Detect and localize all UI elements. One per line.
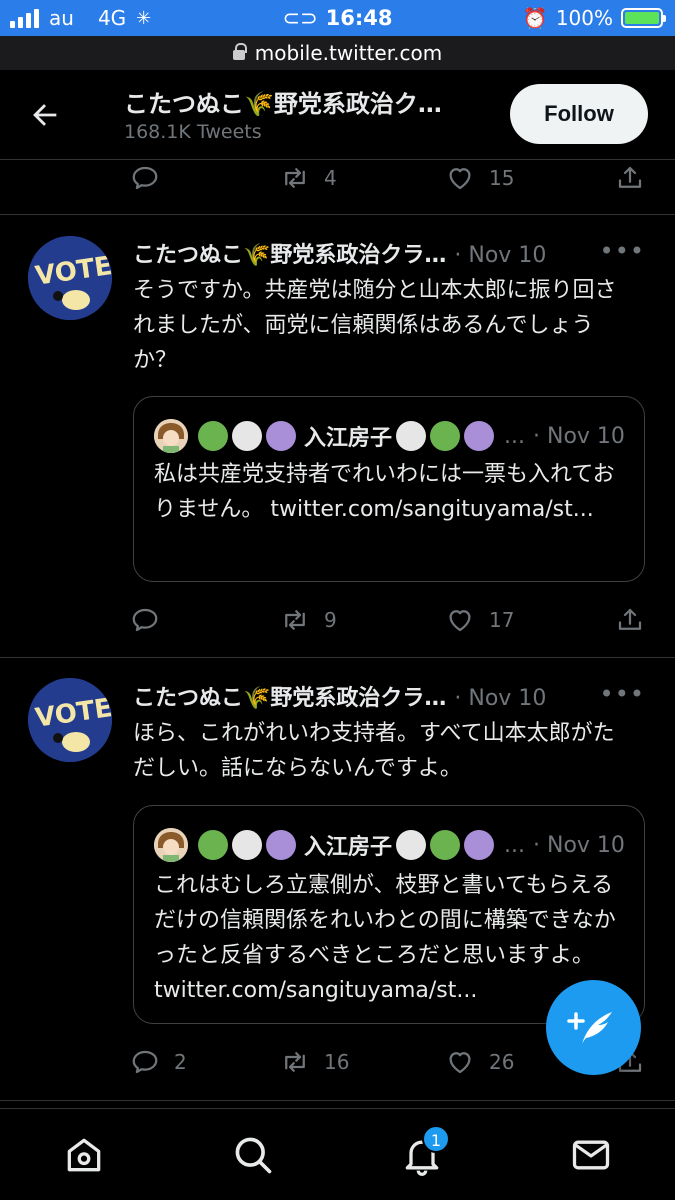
link-icon: ⊂⊃	[282, 6, 318, 30]
tweet-date[interactable]: · Nov 10	[454, 686, 546, 711]
white-circle-icon	[396, 830, 427, 860]
profile-header: こたつぬこ🌾野党系政治ク… 168.1K Tweets Follow	[0, 70, 675, 160]
tweet-date[interactable]: · Nov 10	[454, 243, 546, 268]
reply-button[interactable]	[130, 605, 280, 635]
purple-circle-icon	[266, 421, 296, 451]
tweet-author[interactable]: こたつぬこ🌾野党系政治クラ…	[133, 243, 446, 268]
retweet-icon	[285, 610, 305, 630]
profile-name: こたつぬこ🌾野党系政治ク…	[124, 90, 442, 118]
green-circle-icon	[430, 421, 461, 451]
quoted-author: 入江房子	[304, 835, 393, 860]
quoted-text: 私は共産党支持者でれいわには一票も入れておりません。 twitter.com/s…	[154, 462, 615, 522]
status-bar: au 4G ✳ ⊂⊃ 16:48 ⏰ 100%	[0, 0, 675, 36]
tweet-text: ほら、これがれいわ支持者。すべて山本太郎がただしい。話にならないんですよ。	[133, 721, 615, 781]
follow-button[interactable]: Follow	[510, 84, 648, 144]
quoted-date: · Nov 10	[533, 832, 625, 858]
url-bar[interactable]: mobile.twitter.com	[0, 36, 675, 70]
like-button[interactable]: 17	[445, 605, 615, 635]
purple-circle-icon	[266, 830, 296, 860]
retweet-icon	[285, 1052, 305, 1072]
quoted-ellipsis: ...	[504, 423, 525, 449]
avatar[interactable]: VOTE	[28, 236, 112, 320]
lock-icon	[232, 43, 247, 60]
tweet-author[interactable]: こたつぬこ🌾野党系政治クラ…	[133, 686, 446, 711]
retweet-count: 4	[324, 166, 337, 190]
retweet-count: 9	[324, 608, 337, 632]
like-button[interactable]: 15	[445, 163, 615, 193]
divider	[0, 214, 675, 215]
url-text: mobile.twitter.com	[254, 41, 443, 65]
compose-feather-icon	[567, 1012, 612, 1044]
reply-button[interactable]	[130, 163, 280, 193]
reply-icon	[132, 608, 158, 632]
alarm-icon: ⏰	[522, 6, 548, 30]
reply-icon	[132, 1050, 158, 1074]
purple-circle-icon	[464, 830, 495, 860]
battery-icon	[621, 8, 666, 28]
bottom-navigation: 1	[0, 1108, 675, 1200]
reply-count: 2	[174, 1050, 187, 1074]
back-arrow-icon[interactable]	[28, 98, 62, 132]
share-button[interactable]	[615, 163, 645, 193]
quoted-avatar	[154, 828, 188, 862]
retweet-icon	[285, 168, 305, 188]
like-count: 15	[489, 166, 515, 190]
tweet-actions: 4 15	[130, 158, 650, 198]
reply-button[interactable]: 2	[130, 1047, 280, 1077]
green-circle-icon	[198, 421, 228, 451]
heart-icon	[449, 168, 471, 190]
white-circle-icon	[232, 830, 262, 860]
reply-icon	[132, 166, 158, 190]
retweet-count: 16	[324, 1050, 350, 1074]
purple-circle-icon	[464, 421, 495, 451]
quoted-author: 入江房子	[304, 426, 393, 451]
share-button[interactable]	[615, 605, 645, 635]
more-icon[interactable]: •••	[600, 237, 645, 265]
like-count: 26	[489, 1050, 515, 1074]
like-count: 17	[489, 608, 515, 632]
quoted-avatar	[154, 419, 188, 453]
more-icon[interactable]: •••	[600, 680, 645, 708]
mail-icon[interactable]	[569, 1133, 613, 1177]
search-icon[interactable]	[231, 1133, 275, 1177]
retweet-button[interactable]: 9	[280, 605, 445, 635]
heart-icon	[449, 1052, 471, 1074]
retweet-button[interactable]: 4	[280, 163, 445, 193]
green-circle-icon	[198, 830, 228, 860]
tweet-count: 168.1K Tweets	[124, 121, 262, 143]
quoted-ellipsis: ...	[504, 832, 525, 858]
white-circle-icon	[232, 421, 262, 451]
vote-avatar-image: VOTE	[28, 678, 112, 762]
tweet-text: そうですか。共産党は随分と山本太郎に振り回されましたが、両党に信頼関係はあるんで…	[133, 278, 617, 373]
retweet-button[interactable]: 16	[280, 1047, 445, 1077]
quoted-date: · Nov 10	[533, 423, 625, 449]
home-icon[interactable]	[62, 1133, 106, 1177]
divider	[0, 1100, 675, 1101]
compose-tweet-button[interactable]	[546, 980, 641, 1075]
tweet-actions: 9 17	[130, 600, 650, 640]
quoted-tweet[interactable]: 入江房子 ... · Nov 10 私は共産党支持者でれいわには一票も入れており…	[133, 396, 645, 582]
avatar[interactable]: VOTE	[28, 678, 112, 762]
vote-avatar-image: VOTE	[28, 236, 112, 320]
heart-icon	[449, 610, 471, 632]
battery-percent: 100%	[555, 6, 613, 30]
share-icon	[618, 608, 642, 630]
divider	[0, 657, 675, 658]
white-circle-icon	[396, 421, 427, 451]
share-icon	[618, 166, 642, 188]
notification-badge: 1	[422, 1125, 450, 1153]
green-circle-icon	[430, 830, 461, 860]
